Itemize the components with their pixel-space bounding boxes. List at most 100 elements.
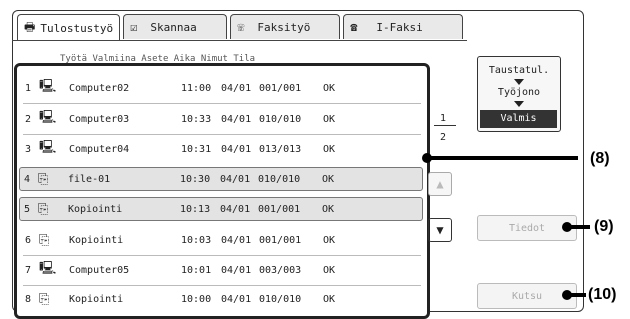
table-row[interactable]: 2 🖳 Computer03 10:33 04/01 010/010 OK [21,108,421,130]
scanner-icon: ☑ [130,20,138,34]
job-number: 3 [25,143,32,155]
job-time: 10:33 [181,113,212,125]
callout-8-line [430,156,578,160]
job-status: OK [323,113,336,125]
job-name: Computer02 [69,82,130,94]
computer-icon: 🖳 [39,140,57,155]
job-number: 7 [25,264,32,276]
printer-icon: 🖶 [24,19,36,34]
computer-icon: 🖳 [39,79,57,94]
row-divider [23,255,421,256]
job-count: 003/003 [259,264,302,276]
job-name: Computer05 [69,264,130,276]
job-status: OK [323,234,336,246]
table-row[interactable]: 1 🖳 Computer02 11:00 04/01 001/001 OK [21,77,421,99]
job-time: 10:30 [180,173,211,185]
job-date: 04/01 [221,234,252,246]
table-row[interactable]: 6 ⎘ Kopiointi 10:03 04/01 001/001 OK [21,229,421,251]
fax-icon: ☏ [237,20,245,34]
row-divider [23,285,421,286]
chevron-down-icon [514,101,524,107]
internet-fax-icon: ☎ [350,20,358,34]
job-count: 010/010 [259,113,302,125]
tab-fax[interactable]: ☏ Faksityö [230,14,341,39]
callout-9-label: (9) [594,218,614,235]
status-selector[interactable]: Taustatul. Työjono Valmis [477,56,561,132]
table-row[interactable]: 7 🖳 Computer05 10:01 04/01 003/003 OK [21,259,421,281]
job-time: 10:13 [180,203,211,215]
row-divider [23,103,421,104]
computer-icon: 🖳 [39,110,57,125]
job-date: 04/01 [220,173,251,185]
job-time: 10:31 [181,143,212,155]
job-count: 001/001 [259,82,302,94]
job-time: 10:01 [181,264,212,276]
job-number: 5 [24,203,31,215]
job-status: OK [322,203,335,215]
callout-10-line [568,293,586,297]
job-status: OK [322,173,335,185]
row-divider [23,134,421,135]
job-number: 4 [24,173,31,185]
job-count: 013/013 [259,143,302,155]
callout-10-label: (10) [588,286,617,303]
tab-scan[interactable]: ☑ Skannaa [123,14,228,39]
job-count: 010/010 [258,173,301,185]
job-name: Kopiointi [69,234,124,246]
copy-icon: ⎘ [38,201,49,217]
tab-bar: 🖶 Tulostustyö ☑ Skannaa ☏ Faksityö ☎ I-F… [17,14,466,41]
arrow-up-icon: ▲ [436,177,444,191]
job-date: 04/01 [221,82,252,94]
job-date: 04/01 [221,143,252,155]
job-name: Computer04 [69,143,130,155]
arrow-down-icon: ▼ [436,223,444,237]
job-name: file-01 [68,173,111,185]
table-row[interactable]: 8 ⎘ Kopiointi 10:00 04/01 010/010 OK [21,288,421,310]
job-date: 04/01 [220,203,251,215]
job-name: Computer03 [69,113,130,125]
status-option-queue[interactable]: Työjono [478,87,560,98]
job-name: Kopiointi [68,203,123,215]
job-list: 1 🖳 Computer02 11:00 04/01 001/001 OK 2 … [14,63,430,319]
tab-label: Faksityö [257,20,311,34]
job-time: 10:03 [181,234,212,246]
scroll-up-button[interactable]: ▲ [428,172,452,196]
page-total: 2 [440,132,447,143]
tab-internet-fax[interactable]: ☎ I-Faksi [343,14,464,39]
table-row[interactable]: 5 ⎘ Kopiointi 10:13 04/01 001/001 OK [19,197,423,221]
job-number: 6 [25,234,32,246]
tab-divider [12,40,467,41]
job-time: 10:00 [181,293,212,305]
page-divider [434,125,456,126]
copy-icon: ⎘ [39,232,50,248]
tab-label: Tulostustyö [40,21,114,35]
job-status: OK [323,82,336,94]
job-time: 11:00 [181,82,212,94]
status-option-complete[interactable]: Valmis [480,110,557,128]
copy-icon: ⎘ [38,171,49,187]
computer-icon: 🖳 [39,261,57,276]
job-name: Kopiointi [69,293,124,305]
job-status: OK [323,264,336,276]
copy-icon: ⎘ [39,291,50,307]
table-row[interactable]: 3 🖳 Computer04 10:31 04/01 013/013 OK [21,138,421,160]
tab-print-job[interactable]: 🖶 Tulostustyö [17,14,121,41]
chevron-down-icon [514,79,524,85]
callout-9-line [568,225,590,229]
job-status: OK [323,143,336,155]
status-option-spooling[interactable]: Taustatul. [478,65,560,76]
job-number: 8 [25,293,32,305]
tab-label: Skannaa [150,20,197,34]
job-count: 010/010 [259,293,302,305]
job-date: 04/01 [221,293,252,305]
job-status: OK [323,293,336,305]
column-headers: Työtä Valmiina Asete Aika Nimut Tila [60,54,256,63]
job-count: 001/001 [258,203,301,215]
table-row[interactable]: 4 ⎘ file-01 10:30 04/01 010/010 OK [19,167,423,191]
callout-8-label: (8) [590,150,610,167]
job-number: 1 [25,82,32,94]
scroll-down-button[interactable]: ▼ [428,218,452,242]
page-current: 1 [440,113,447,124]
job-date: 04/01 [221,264,252,276]
tab-label: I-Faksi [376,20,423,34]
